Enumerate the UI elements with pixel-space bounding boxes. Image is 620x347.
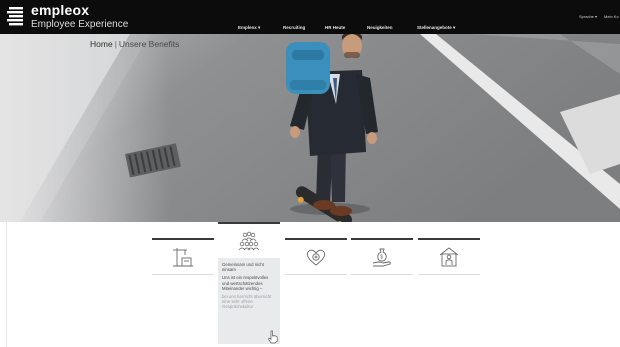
nav-item-stellenangebote[interactable]: Stellenangebote ▾ bbox=[417, 25, 455, 31]
brand-tagline: Employee Experience bbox=[31, 19, 129, 30]
chevron-down-icon: ▾ bbox=[453, 25, 456, 30]
benefit-tile-finance[interactable]: $ bbox=[351, 238, 413, 275]
nav-label: Recruiting bbox=[283, 25, 306, 30]
empleox-logo-icon[interactable] bbox=[6, 5, 26, 29]
benefit-title: Gemeinsam und nicht einsam bbox=[222, 262, 264, 273]
nav-item-neuigkeiten[interactable]: Neuigkeiten bbox=[367, 25, 393, 30]
heart-plus-icon bbox=[306, 249, 326, 266]
breadcrumb-current: Unsere Benefits bbox=[118, 39, 180, 49]
nav-label: Stellenangebote bbox=[417, 25, 452, 30]
crane-building-icon bbox=[173, 248, 193, 267]
tile-top-bar bbox=[285, 238, 347, 240]
nav-item-empleox[interactable]: Empleox ▾ bbox=[238, 25, 260, 31]
top-navigation-bar: empleox Employee Experience Empleox ▾ Re… bbox=[0, 0, 620, 34]
chevron-down-icon: ▾ bbox=[258, 25, 261, 30]
benefit-tile-construction[interactable] bbox=[152, 238, 214, 275]
nav-label: Empleox bbox=[238, 25, 257, 30]
language-label: Sprache bbox=[579, 14, 594, 19]
hero-image bbox=[0, 34, 620, 222]
tile-underline bbox=[285, 274, 347, 275]
tile-underline bbox=[351, 274, 413, 275]
page-divider bbox=[6, 222, 7, 347]
nav-item-hr-heute[interactable]: HR Heute bbox=[325, 25, 345, 30]
tile-top-bar bbox=[351, 238, 413, 240]
tile-top-bar bbox=[418, 238, 480, 240]
brand-name[interactable]: empleox bbox=[31, 3, 89, 18]
benefit-text-faded: bei uns herrscht übersicht eine sehr off… bbox=[222, 294, 272, 310]
benefit-tile-home[interactable] bbox=[418, 238, 480, 275]
breadcrumb-separator: | bbox=[114, 39, 117, 49]
benefit-text: Uns ist ein respektvolles und wertschätz… bbox=[222, 275, 269, 291]
benefit-tile-health[interactable] bbox=[285, 238, 347, 275]
people-group-icon bbox=[238, 231, 260, 251]
svg-text:$: $ bbox=[380, 255, 383, 261]
tile-underline bbox=[152, 274, 214, 275]
money-hand-icon: $ bbox=[372, 248, 391, 267]
chevron-down-icon: ▾ bbox=[595, 14, 598, 19]
tile-top-bar bbox=[152, 238, 214, 240]
page: empleox Employee Experience Empleox ▾ Re… bbox=[0, 0, 620, 347]
nav-label: HR Heute bbox=[325, 25, 346, 30]
language-selector[interactable]: Sprache ▾ bbox=[579, 14, 597, 19]
tile-underline bbox=[418, 274, 480, 275]
nav-label: Neuigkeiten bbox=[367, 25, 393, 30]
account-menu[interactable]: Mein Ko bbox=[604, 14, 619, 19]
breadcrumb: Home | Unsere Benefits bbox=[90, 39, 179, 49]
account-label: Mein Ko bbox=[604, 14, 619, 19]
benefit-tile-team[interactable] bbox=[218, 224, 280, 260]
hand-cursor-icon bbox=[268, 330, 278, 344]
nav-item-recruiting[interactable]: Recruiting bbox=[283, 25, 305, 30]
breadcrumb-home-link[interactable]: Home bbox=[90, 39, 113, 49]
house-person-icon bbox=[439, 247, 459, 267]
